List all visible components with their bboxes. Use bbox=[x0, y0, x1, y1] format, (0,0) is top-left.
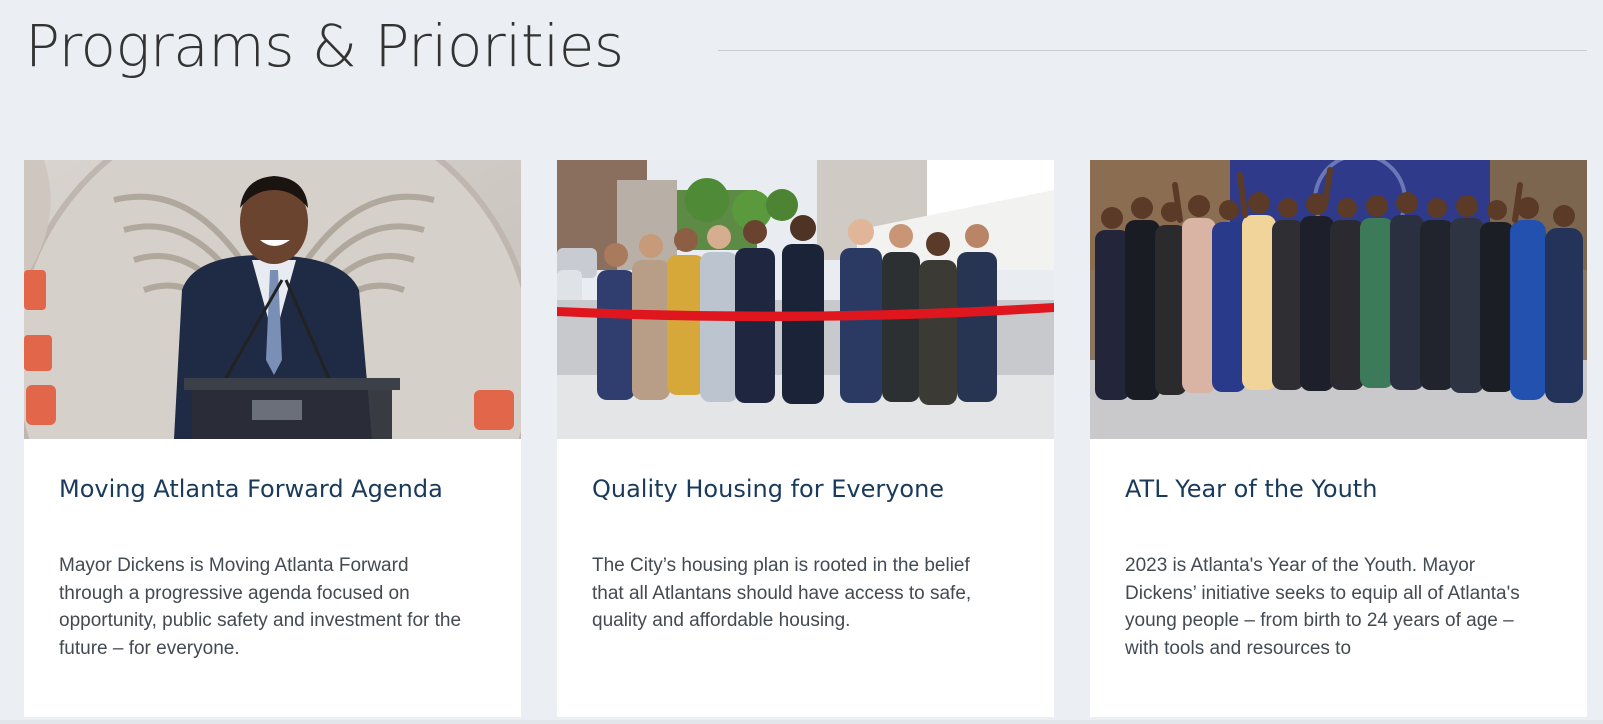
card-description: 2023 is Atlanta's Year of the Youth. May… bbox=[1125, 555, 1520, 659]
section-title: Programs & Priorities bbox=[25, 12, 624, 80]
card-year-of-youth[interactable]: ATL Year of the Youth 2023 is Atlanta's … bbox=[1090, 160, 1587, 717]
title-divider bbox=[718, 50, 1587, 51]
card-title[interactable]: Quality Housing for Everyone bbox=[592, 474, 992, 505]
card-title[interactable]: ATL Year of the Youth bbox=[1125, 474, 1525, 505]
section-bottom-border bbox=[0, 720, 1603, 724]
card-quality-housing[interactable]: Quality Housing for Everyone The City’s … bbox=[557, 160, 1054, 717]
card-title[interactable]: Moving Atlanta Forward Agenda bbox=[59, 474, 459, 505]
card-moving-atlanta-forward[interactable]: Moving Atlanta Forward Agenda Mayor Dick… bbox=[24, 160, 521, 717]
card-image-youth-group[interactable] bbox=[1090, 160, 1587, 439]
programs-priorities-section: Programs & Priorities Moving Atlanta For… bbox=[0, 0, 1603, 724]
card-description: Mayor Dickens is Moving Atlanta Forward … bbox=[59, 555, 462, 659]
card-description: The City’s housing plan is rooted in the… bbox=[592, 555, 972, 631]
card-image-mayor-podium[interactable] bbox=[24, 160, 521, 439]
card-image-ribbon-cutting[interactable] bbox=[557, 160, 1054, 439]
